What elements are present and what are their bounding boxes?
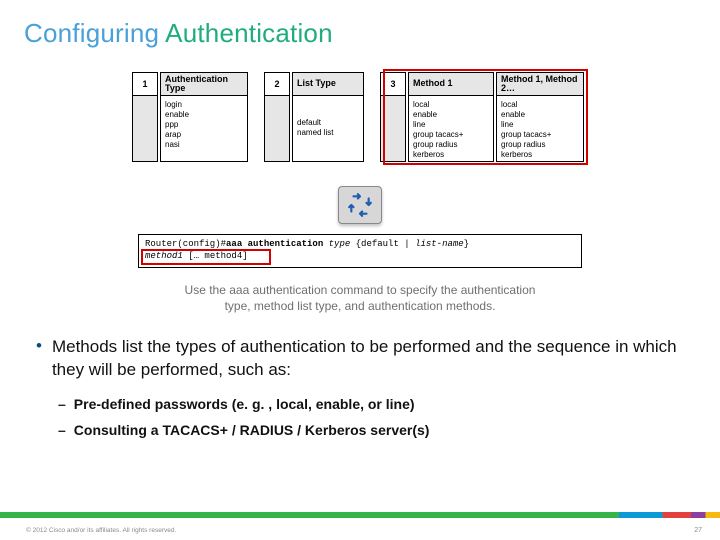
spacer-3 <box>380 96 406 162</box>
col4-header: Method 1, Method 2… <box>496 72 584 96</box>
method-diagram: 1 Authentication Type 2 List Type 3 Meth… <box>132 72 588 162</box>
cmd-prefix: Router(config)# <box>145 239 226 249</box>
bullet-main: • Methods list the types of authenticati… <box>36 336 684 382</box>
bullet-sub-2: –Consulting a TACACS+ / RADIUS / Kerbero… <box>58 422 684 438</box>
spacer-1 <box>132 96 158 162</box>
slide: Configuring Authentication 1 Authenticat… <box>0 0 720 540</box>
copyright: © 2012 Cisco and/or its affiliates. All … <box>26 527 176 534</box>
cmd-brace: {default | <box>356 239 415 249</box>
cmd-method1: method1 <box>145 251 188 261</box>
arrows-icon <box>347 192 373 218</box>
diagram-headers-row: 1 Authentication Type 2 List Type 3 Meth… <box>132 72 588 96</box>
col2-body: default named list <box>292 96 364 162</box>
caption-line-2: type, method list type, and authenticati… <box>0 298 720 314</box>
cmd-method-rest: [… method4] <box>188 251 247 261</box>
cmd-listname: list-name <box>415 239 464 249</box>
col3-body: local enable line group tacacs+ group ra… <box>408 96 494 162</box>
col4-body: local enable line group tacacs+ group ra… <box>496 96 584 162</box>
bullet-main-text: Methods list the types of authentication… <box>52 336 684 382</box>
title-word-1: Configuring <box>24 18 159 48</box>
col2-header: List Type <box>292 72 364 96</box>
cmd-bold: aaa authentication <box>226 239 329 249</box>
command-box: Router(config)#aaa authentication type {… <box>138 234 582 268</box>
step-number-3: 3 <box>380 72 406 96</box>
bullet-dot-icon: • <box>36 336 42 382</box>
col3-header: Method 1 <box>408 72 494 96</box>
router-icon <box>338 186 382 224</box>
diagram-bodies-row: login enable ppp arap nasi default named… <box>132 96 588 162</box>
title-word-2: Authentication <box>165 18 333 48</box>
step-number-1: 1 <box>132 72 158 96</box>
caption-line-1: Use the aaa authentication command to sp… <box>0 282 720 298</box>
dash-icon: – <box>58 422 66 438</box>
col1-body: login enable ppp arap nasi <box>160 96 248 162</box>
dash-icon: – <box>58 396 66 412</box>
page-title: Configuring Authentication <box>24 18 333 49</box>
caption: Use the aaa authentication command to sp… <box>0 282 720 314</box>
col1-header: Authentication Type <box>160 72 248 96</box>
bullet-sub-1: –Pre-defined passwords (e. g. , local, e… <box>58 396 684 412</box>
step-number-2: 2 <box>264 72 290 96</box>
bullets: • Methods list the types of authenticati… <box>36 336 684 438</box>
page-number: 27 <box>694 527 702 534</box>
cmd-type: type <box>329 239 356 249</box>
cmd-brace2: } <box>464 239 469 249</box>
footer-accent-bar <box>0 512 720 518</box>
spacer-2 <box>264 96 290 162</box>
